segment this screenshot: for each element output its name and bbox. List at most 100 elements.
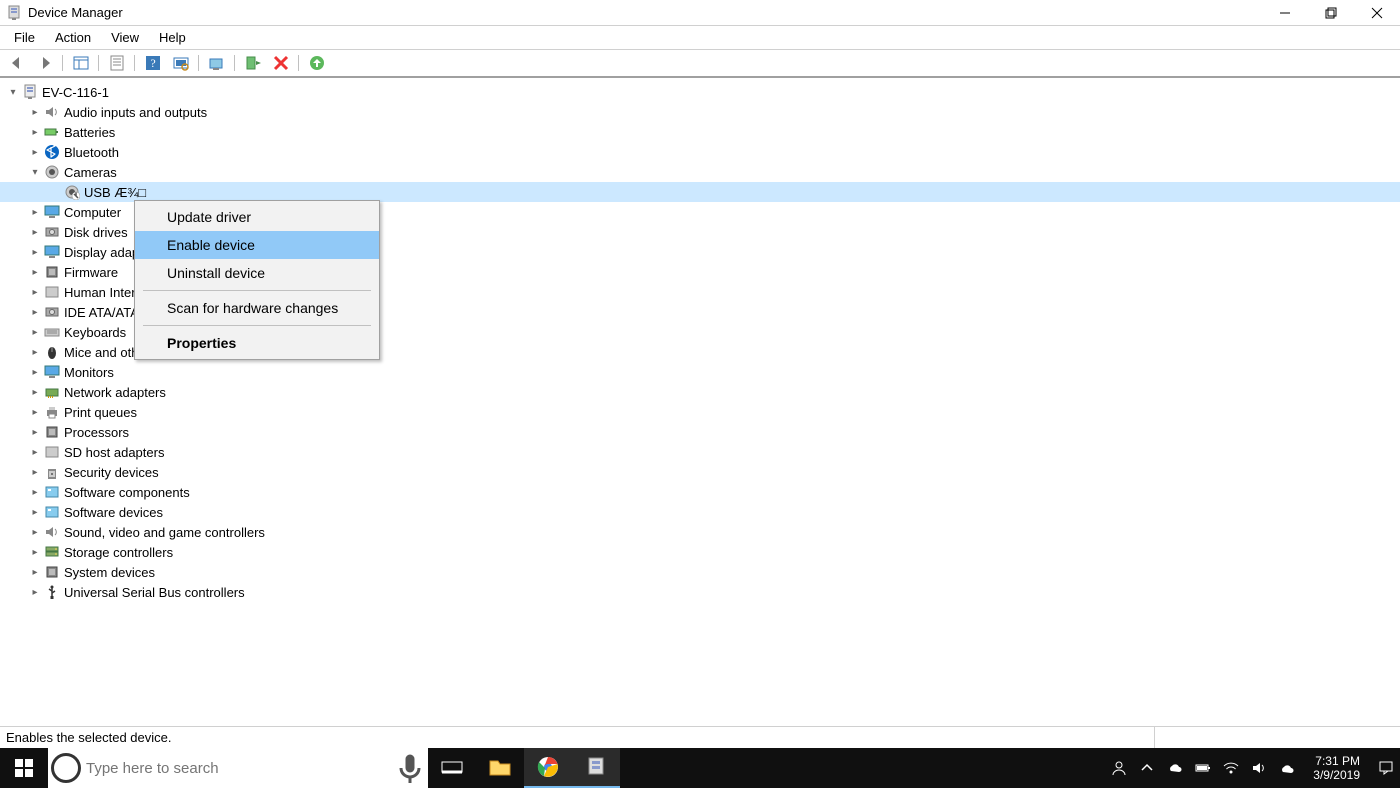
tree-category[interactable]: ▸ Storage controllers bbox=[0, 542, 1400, 562]
chevron-right-icon[interactable]: ▸ bbox=[28, 487, 42, 498]
tree-category[interactable]: ▸ Monitors bbox=[0, 362, 1400, 382]
battery-icon[interactable] bbox=[1193, 758, 1213, 778]
ctx-scan-hardware[interactable]: Scan for hardware changes bbox=[135, 294, 379, 322]
category-icon bbox=[44, 244, 60, 260]
menu-action[interactable]: Action bbox=[45, 28, 101, 47]
enable-device-button[interactable] bbox=[240, 51, 266, 75]
show-hide-tree-button[interactable] bbox=[68, 51, 94, 75]
chevron-right-icon[interactable]: ▸ bbox=[28, 427, 42, 438]
chevron-right-icon[interactable]: ▸ bbox=[28, 467, 42, 478]
tray-chevron-up-icon[interactable] bbox=[1137, 758, 1157, 778]
tree-category[interactable]: ▸ Bluetooth bbox=[0, 142, 1400, 162]
update-driver-button[interactable] bbox=[204, 51, 230, 75]
forward-button[interactable] bbox=[32, 51, 58, 75]
minimize-button[interactable] bbox=[1262, 0, 1308, 26]
help-button[interactable]: ? bbox=[140, 51, 166, 75]
menu-help[interactable]: Help bbox=[149, 28, 196, 47]
ctx-update-driver[interactable]: Update driver bbox=[135, 203, 379, 231]
scan-hardware-button[interactable] bbox=[168, 51, 194, 75]
chevron-down-icon[interactable]: ▾ bbox=[6, 87, 20, 98]
chevron-right-icon[interactable]: ▸ bbox=[28, 107, 42, 118]
category-icon bbox=[44, 264, 60, 280]
task-view-button[interactable] bbox=[428, 748, 476, 788]
menu-view[interactable]: View bbox=[101, 28, 149, 47]
chevron-right-icon[interactable]: ▸ bbox=[28, 387, 42, 398]
device-tree-pane[interactable]: ▾ EV-C-116-1 ▸ Audio inputs and outputs … bbox=[0, 78, 1400, 726]
tree-category-label: Software devices bbox=[64, 505, 163, 520]
volume-icon[interactable] bbox=[1249, 758, 1269, 778]
chevron-right-icon[interactable]: ▸ bbox=[28, 587, 42, 598]
chevron-right-icon[interactable]: ▸ bbox=[28, 507, 42, 518]
tree-category[interactable]: ▸ Network adapters bbox=[0, 382, 1400, 402]
category-icon bbox=[44, 584, 60, 600]
tree-category[interactable]: ▸ Audio inputs and outputs bbox=[0, 102, 1400, 122]
chevron-right-icon[interactable]: ▸ bbox=[28, 247, 42, 258]
chevron-right-icon[interactable]: ▸ bbox=[28, 227, 42, 238]
chevron-right-icon[interactable]: ▸ bbox=[28, 287, 42, 298]
tree-category[interactable]: ▸ Universal Serial Bus controllers bbox=[0, 582, 1400, 602]
category-icon bbox=[44, 364, 60, 380]
taskbar-search[interactable] bbox=[48, 748, 428, 788]
chevron-right-icon[interactable]: ▸ bbox=[28, 127, 42, 138]
chevron-right-icon[interactable]: ▸ bbox=[28, 547, 42, 558]
tree-device-label: USB Æ¾□ bbox=[84, 185, 146, 200]
back-button[interactable] bbox=[4, 51, 30, 75]
chevron-down-icon[interactable]: ▾ bbox=[28, 167, 42, 178]
tree-category[interactable]: ▸ SD host adapters bbox=[0, 442, 1400, 462]
ctx-uninstall-device[interactable]: Uninstall device bbox=[135, 259, 379, 287]
chevron-right-icon[interactable]: ▸ bbox=[28, 567, 42, 578]
menu-file[interactable]: File bbox=[4, 28, 45, 47]
category-icon bbox=[44, 424, 60, 440]
tree-category[interactable]: ▸ Software components bbox=[0, 482, 1400, 502]
add-legacy-hardware-button[interactable] bbox=[304, 51, 330, 75]
close-button[interactable] bbox=[1354, 0, 1400, 26]
taskbar-file-explorer[interactable] bbox=[476, 748, 524, 788]
tree-category[interactable]: ▾ Cameras bbox=[0, 162, 1400, 182]
chevron-right-icon[interactable]: ▸ bbox=[28, 367, 42, 378]
tree-category-label: Storage controllers bbox=[64, 545, 173, 560]
chevron-right-icon[interactable]: ▸ bbox=[28, 307, 42, 318]
chevron-right-icon[interactable]: ▸ bbox=[28, 447, 42, 458]
taskbar-search-input[interactable] bbox=[84, 759, 392, 778]
maximize-button[interactable] bbox=[1308, 0, 1354, 26]
system-tray: 7:31 PM 3/9/2019 bbox=[1105, 748, 1400, 788]
tree-root[interactable]: ▾ EV-C-116-1 bbox=[0, 82, 1400, 102]
chevron-right-icon[interactable]: ▸ bbox=[28, 327, 42, 338]
tree-category-label: Monitors bbox=[64, 365, 114, 380]
tree-category[interactable]: ▸ Security devices bbox=[0, 462, 1400, 482]
tree-category[interactable]: ▸ Processors bbox=[0, 422, 1400, 442]
people-icon[interactable] bbox=[1109, 758, 1129, 778]
mic-icon[interactable] bbox=[392, 750, 428, 786]
chevron-right-icon[interactable]: ▸ bbox=[28, 347, 42, 358]
taskbar-clock[interactable]: 7:31 PM 3/9/2019 bbox=[1305, 754, 1368, 782]
category-icon bbox=[44, 144, 60, 160]
tree-category[interactable]: ▸ System devices bbox=[0, 562, 1400, 582]
tree-category-label: Bluetooth bbox=[64, 145, 119, 160]
ctx-enable-device[interactable]: Enable device bbox=[135, 231, 379, 259]
category-icon bbox=[44, 444, 60, 460]
chevron-right-icon[interactable]: ▸ bbox=[28, 267, 42, 278]
chevron-right-icon[interactable]: ▸ bbox=[28, 207, 42, 218]
tree-category[interactable]: ▸ Print queues bbox=[0, 402, 1400, 422]
properties-button[interactable] bbox=[104, 51, 130, 75]
cloud-icon[interactable] bbox=[1277, 758, 1297, 778]
tree-category-label: Network adapters bbox=[64, 385, 166, 400]
taskbar-device-manager[interactable] bbox=[572, 748, 620, 788]
start-button[interactable] bbox=[0, 748, 48, 788]
taskbar-chrome[interactable] bbox=[524, 748, 572, 788]
action-center-icon[interactable] bbox=[1376, 758, 1396, 778]
ctx-properties[interactable]: Properties bbox=[135, 329, 379, 357]
camera-disabled-icon bbox=[64, 184, 80, 200]
chevron-right-icon[interactable]: ▸ bbox=[28, 147, 42, 158]
category-icon bbox=[44, 304, 60, 320]
menubar: File Action View Help bbox=[0, 26, 1400, 50]
tree-category[interactable]: ▸ Software devices bbox=[0, 502, 1400, 522]
wifi-icon[interactable] bbox=[1221, 758, 1241, 778]
tree-device[interactable]: USB Æ¾□ bbox=[0, 182, 1400, 202]
tree-category[interactable]: ▸ Sound, video and game controllers bbox=[0, 522, 1400, 542]
uninstall-device-button[interactable] bbox=[268, 51, 294, 75]
tree-category[interactable]: ▸ Batteries bbox=[0, 122, 1400, 142]
onedrive-icon[interactable] bbox=[1165, 758, 1185, 778]
chevron-right-icon[interactable]: ▸ bbox=[28, 527, 42, 538]
chevron-right-icon[interactable]: ▸ bbox=[28, 407, 42, 418]
